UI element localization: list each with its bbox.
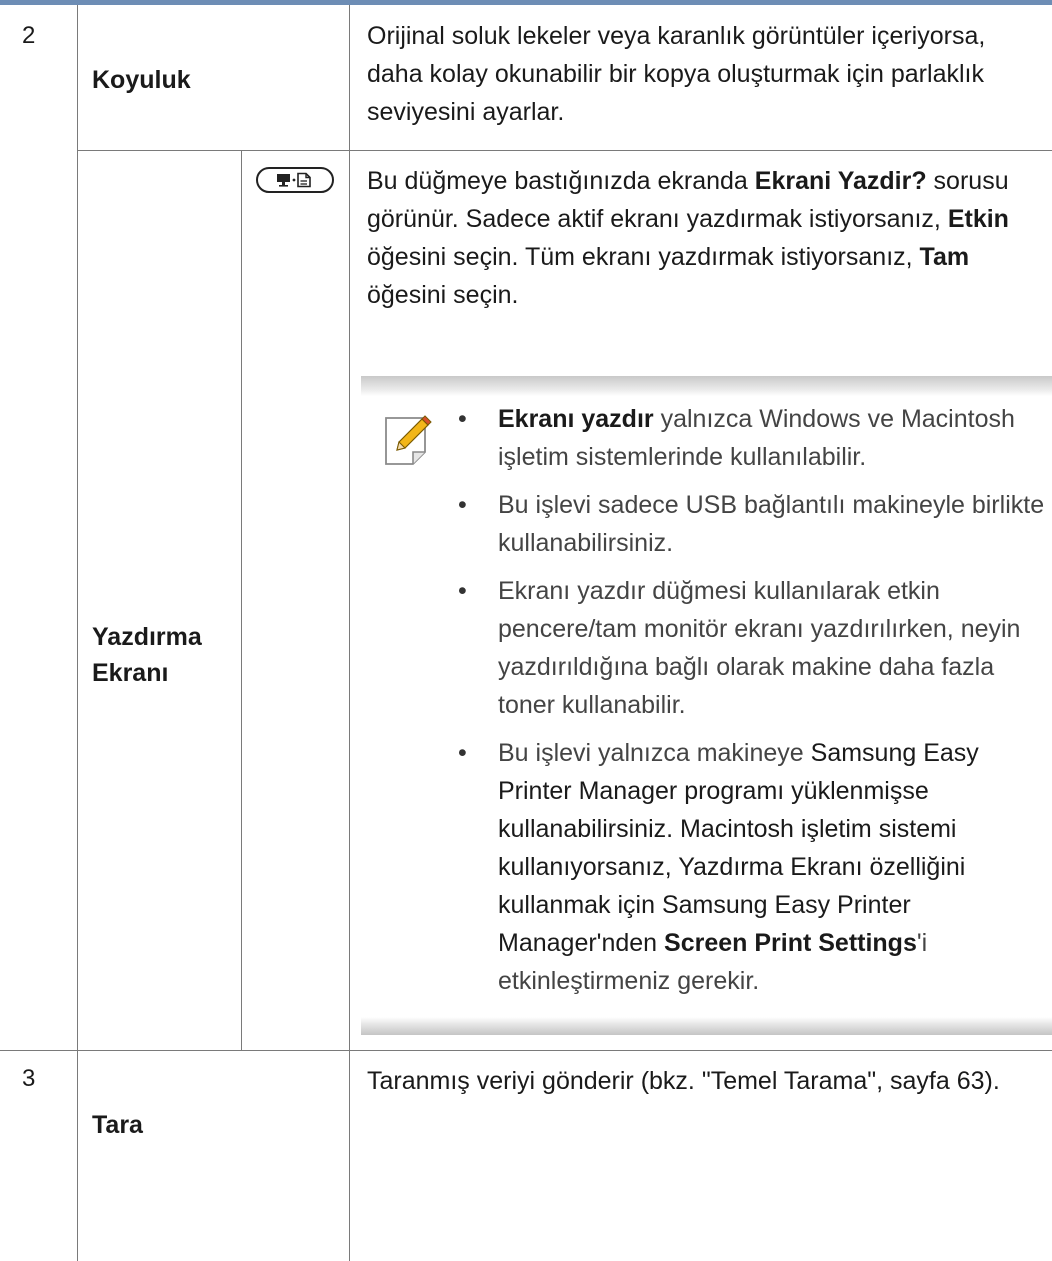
desc-bold: Etkin xyxy=(947,205,1009,233)
note-text: Ekranı yazdır düğmesi kullanılarak etkin… xyxy=(498,577,1021,719)
row-description: Taranmış veriyi gönderir (bkz. "Temel Ta… xyxy=(367,1067,1000,1095)
row-number: 2 xyxy=(22,22,36,49)
grid-line xyxy=(241,150,242,1050)
label-line: Yazdırma xyxy=(92,623,202,651)
row-number: 3 xyxy=(22,1065,36,1092)
bullet: • xyxy=(458,739,467,767)
row-label-yazdirma-ekrani: Yazdırma Ekranı xyxy=(92,619,202,691)
grid-line xyxy=(0,1050,1052,1051)
grid-line xyxy=(77,150,1052,151)
row-description: Orijinal soluk lekeler veya karanlık gör… xyxy=(367,22,986,126)
note-item: • Ekranı yazdır yalnızca Windows ve Maci… xyxy=(458,400,1048,476)
bullet: • xyxy=(458,491,467,519)
grid-line xyxy=(77,5,78,1261)
print-screen-button-icon xyxy=(256,167,334,193)
desc-text: öğesini seçin. Tüm ekranı yazdırmak isti… xyxy=(367,243,920,271)
bullet: • xyxy=(458,405,467,433)
note-panel-bottom xyxy=(361,1017,1052,1035)
note-bold: Screen Print Settings xyxy=(664,929,917,957)
desc-text: öğesini seçin. xyxy=(367,281,519,309)
row-description: Bu düğmeye bastığınızda ekranda Ekrani Y… xyxy=(367,162,1037,314)
bullet: • xyxy=(458,577,467,605)
note-text: Bu işlevi sadece USB bağlantılı makineyl… xyxy=(498,491,1045,557)
desc-bold: Ekrani Yazdir? xyxy=(754,167,927,195)
desc-bold: Tam xyxy=(919,243,970,271)
note-panel-top xyxy=(361,376,1052,396)
note-item: • Ekranı yazdır düğmesi kullanılarak etk… xyxy=(458,572,1048,724)
desc-text: Bu düğmeye bastığınızda ekranda xyxy=(367,167,755,195)
label-line: Ekranı xyxy=(92,659,169,687)
top-rule xyxy=(0,0,1052,5)
print-screen-glyph xyxy=(277,172,311,188)
note-pencil-icon xyxy=(385,415,432,465)
note-bold: Ekranı yazdır xyxy=(498,405,654,433)
note-text: Bu işlevi yalnızca makineye xyxy=(498,739,811,767)
note-list: • Ekranı yazdır yalnızca Windows ve Maci… xyxy=(458,400,1048,1010)
row-label-tara: Tara xyxy=(92,1111,143,1139)
row-label-koyuluk: Koyuluk xyxy=(92,66,191,94)
note-item: • Bu işlevi sadece USB bağlantılı makine… xyxy=(458,486,1048,562)
note-item: • Bu işlevi yalnızca makineye Samsung Ea… xyxy=(458,734,1048,1000)
grid-line xyxy=(349,5,350,1261)
